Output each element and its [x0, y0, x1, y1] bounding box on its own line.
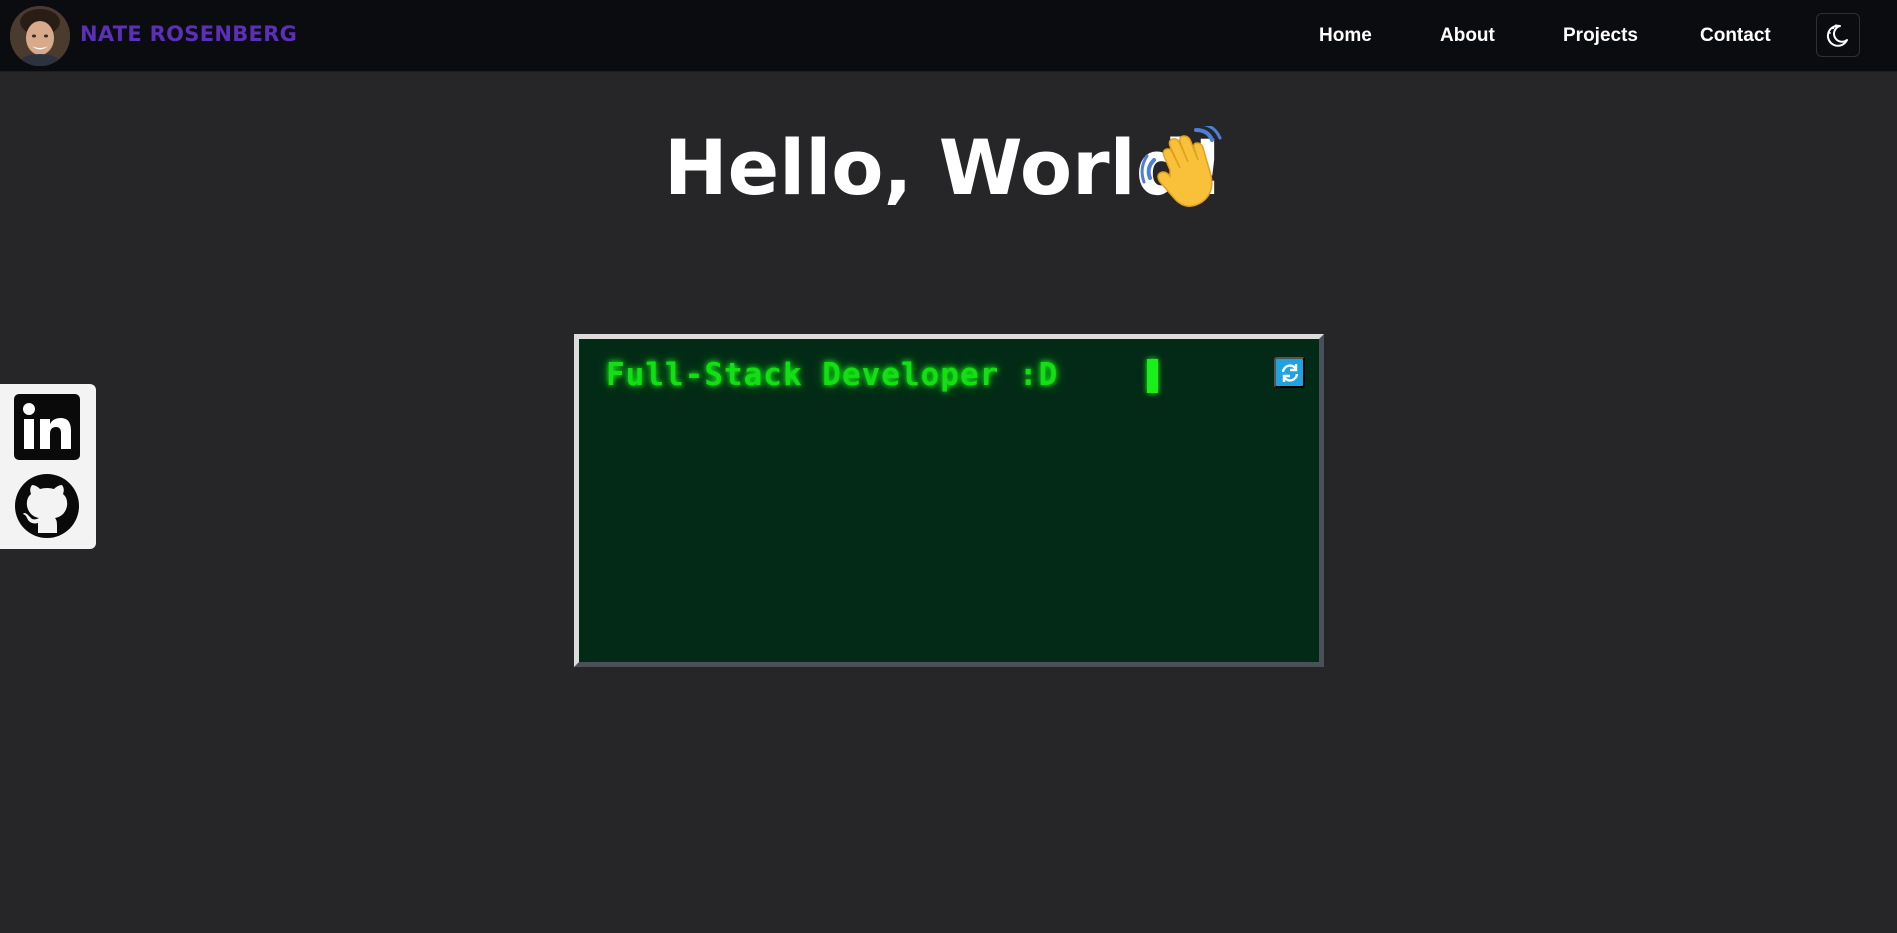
profile-photo-icon — [10, 6, 70, 66]
terminal-cursor — [1147, 359, 1158, 393]
nav-home[interactable]: Home — [1319, 25, 1372, 47]
theme-toggle-button[interactable] — [1816, 13, 1860, 57]
social-sidebar — [0, 384, 96, 549]
navbar: NATE ROSENBERG Home About Projects Conta… — [0, 0, 1897, 72]
terminal-window: Full-Stack Developer :D — [574, 334, 1324, 667]
nav-projects[interactable]: Projects — [1563, 25, 1638, 47]
github-icon — [15, 474, 79, 538]
refresh-icon — [1281, 363, 1298, 382]
avatar[interactable] — [10, 6, 70, 66]
terminal-text: Full-Stack Developer :D — [606, 357, 1059, 393]
brand-name[interactable]: NATE ROSENBERG — [80, 22, 297, 46]
linkedin-link[interactable] — [14, 394, 80, 460]
nav-contact[interactable]: Contact — [1700, 25, 1771, 47]
github-link[interactable] — [14, 473, 80, 539]
refresh-button[interactable] — [1274, 357, 1305, 388]
moon-stars-icon — [1826, 24, 1848, 47]
nav-about[interactable]: About — [1440, 25, 1495, 47]
linkedin-icon — [14, 394, 80, 460]
waving-hand-icon — [1140, 126, 1222, 207]
